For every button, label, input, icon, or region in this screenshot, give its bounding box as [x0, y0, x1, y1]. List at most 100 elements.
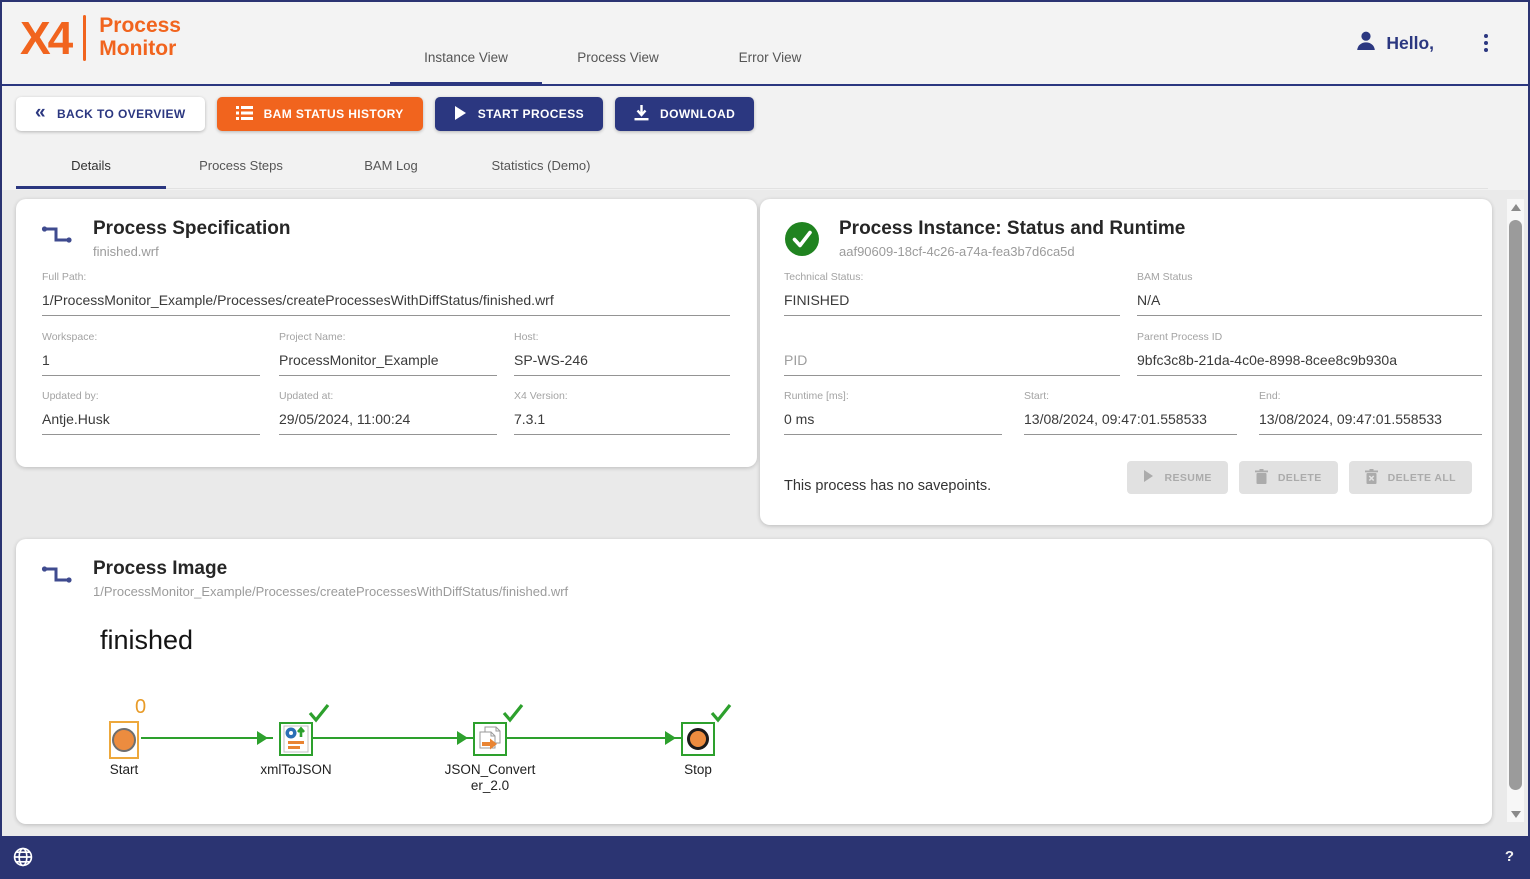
delete-all-button[interactable]: DELETE ALL: [1349, 461, 1472, 494]
flow-arrow: [507, 737, 681, 739]
app-logo: X4 Process Monitor: [20, 15, 181, 61]
node-stop-label: Stop: [633, 762, 763, 778]
runtime-field: Runtime [ms]: 0 ms: [784, 390, 1002, 435]
spec-card-header: Process Specification finished.wrf: [16, 199, 757, 259]
app-window: X4 Process Monitor Instance View Process…: [0, 0, 1530, 879]
process-specification-card: Process Specification finished.wrf Full …: [16, 199, 757, 467]
host-label: Host:: [514, 331, 730, 344]
host-field: Host: SP-WS-246: [514, 331, 730, 376]
logo-divider: [83, 15, 86, 61]
spec-card-title: Process Specification: [93, 218, 290, 240]
tab-statistics[interactable]: Statistics (Demo): [466, 142, 616, 188]
process-instance-card: Process Instance: Status and Runtime aaf…: [760, 199, 1492, 525]
mapping-service-icon: [283, 725, 309, 753]
download-button[interactable]: DOWNLOAD: [615, 97, 754, 131]
x4-version-label: X4 Version:: [514, 390, 730, 403]
content-area: Process Specification finished.wrf Full …: [2, 190, 1528, 836]
node-start: [109, 721, 139, 759]
updated-by-value: Antje.Husk: [42, 411, 260, 435]
bam-status-field: BAM Status N/A: [1137, 271, 1482, 316]
app-header: X4 Process Monitor Instance View Process…: [2, 2, 1528, 86]
project-name-label: Project Name:: [279, 331, 497, 344]
node-json-converter-label-line1: JSON_Convert: [425, 762, 555, 778]
delete-button[interactable]: DELETE: [1239, 461, 1338, 494]
updated-at-field: Updated at: 29/05/2024, 11:00:24: [279, 390, 497, 435]
greeting-text: Hello,: [1386, 33, 1434, 54]
back-to-overview-button[interactable]: « BACK TO OVERVIEW: [16, 97, 205, 131]
finished-check-icon: [308, 703, 330, 728]
pid-placeholder: PID: [784, 352, 1120, 376]
resume-button[interactable]: RESUME: [1127, 461, 1227, 494]
instance-card-title: Process Instance: Status and Runtime: [839, 218, 1185, 240]
full-path-label: Full Path:: [42, 271, 730, 284]
detail-tabs: Details Process Steps BAM Log Statistics…: [16, 142, 1488, 189]
delete-label: DELETE: [1278, 472, 1322, 484]
view-tabs: Instance View Process View Error View: [390, 2, 846, 84]
process-icon: [41, 562, 73, 593]
image-card-header: Process Image 1/ProcessMonitor_Example/P…: [16, 539, 1492, 599]
parent-process-id-field: Parent Process ID 9bfc3c8b-21da-4c0e-899…: [1137, 331, 1482, 376]
finished-check-icon: [502, 703, 524, 728]
resume-label: RESUME: [1164, 472, 1211, 484]
tab-process-steps[interactable]: Process Steps: [166, 142, 316, 188]
updated-by-field: Updated by: Antje.Husk: [42, 390, 260, 435]
runtime-value: 0 ms: [784, 411, 1002, 435]
updated-at-value: 29/05/2024, 11:00:24: [279, 411, 497, 435]
tab-details[interactable]: Details: [16, 142, 166, 188]
double-chevron-left-icon: «: [35, 103, 46, 122]
action-toolbar: « BACK TO OVERVIEW BAM STATUS HISTORY ST…: [16, 97, 754, 131]
finished-check-icon: [710, 703, 732, 728]
technical-status-field: Technical Status: FINISHED: [784, 271, 1120, 316]
play-icon: [1143, 470, 1154, 485]
trash-icon: [1255, 469, 1268, 487]
scroll-down-arrow[interactable]: [1507, 806, 1524, 822]
workspace-field: Workspace: 1: [42, 331, 260, 376]
tab-error-view[interactable]: Error View: [694, 2, 846, 84]
app-title-line2: Monitor: [99, 38, 181, 61]
pid-field: PID: [784, 331, 1120, 376]
node-json-converter-label-line2: er_2.0: [425, 778, 555, 794]
bam-status-history-button[interactable]: BAM STATUS HISTORY: [217, 97, 423, 131]
pid-label-spacer: [784, 331, 1120, 344]
stop-event-icon: [687, 728, 709, 750]
x4-version-value: 7.3.1: [514, 411, 730, 435]
converter-service-icon: [476, 725, 504, 753]
start-value: 13/08/2024, 09:47:01.558533: [1024, 411, 1237, 435]
start-marker: 0: [135, 696, 146, 719]
image-card-title: Process Image: [93, 558, 568, 580]
app-title-line1: Process: [99, 15, 181, 38]
success-check-icon: [785, 222, 819, 261]
technical-status-label: Technical Status:: [784, 271, 1120, 284]
kebab-menu-icon[interactable]: [1480, 30, 1492, 56]
parent-process-id-value: 9bfc3c8b-21da-4c0e-8998-8cee8c9b930a: [1137, 352, 1482, 376]
end-value: 13/08/2024, 09:47:01.558533: [1259, 411, 1482, 435]
node-json-converter-label: JSON_Convert er_2.0: [425, 762, 555, 794]
spec-card-subtitle: finished.wrf: [93, 244, 290, 259]
start-process-label: START PROCESS: [478, 107, 584, 121]
savepoints-message: This process has no savepoints.: [784, 478, 991, 494]
flow-arrow: [141, 737, 273, 739]
language-globe-icon[interactable]: [12, 846, 34, 868]
back-to-overview-label: BACK TO OVERVIEW: [57, 107, 186, 121]
x4-logo: X4: [20, 15, 70, 61]
tab-instance-view[interactable]: Instance View: [390, 2, 542, 84]
parent-process-id-label: Parent Process ID: [1137, 331, 1482, 344]
bam-status-value: N/A: [1137, 292, 1482, 316]
full-path-field: Full Path: 1/ProcessMonitor_Example/Proc…: [42, 271, 730, 316]
technical-status-value: FINISHED: [784, 292, 1120, 316]
tab-process-view[interactable]: Process View: [542, 2, 694, 84]
process-image-card: Process Image 1/ProcessMonitor_Example/P…: [16, 539, 1492, 824]
workspace-label: Workspace:: [42, 331, 260, 344]
runtime-label: Runtime [ms]:: [784, 390, 1002, 403]
scrollbar-thumb[interactable]: [1509, 220, 1522, 790]
start-field: Start: 13/08/2024, 09:47:01.558533: [1024, 390, 1237, 435]
vertical-scrollbar[interactable]: [1507, 199, 1524, 822]
delete-all-label: DELETE ALL: [1388, 472, 1456, 484]
user-menu[interactable]: Hello,: [1354, 2, 1434, 84]
project-name-value: ProcessMonitor_Example: [279, 352, 497, 376]
help-button[interactable]: ?: [1505, 848, 1514, 865]
bam-status-history-label: BAM STATUS HISTORY: [264, 107, 404, 121]
start-process-button[interactable]: START PROCESS: [435, 97, 603, 131]
tab-bam-log[interactable]: BAM Log: [316, 142, 466, 188]
scroll-up-arrow[interactable]: [1507, 199, 1524, 215]
